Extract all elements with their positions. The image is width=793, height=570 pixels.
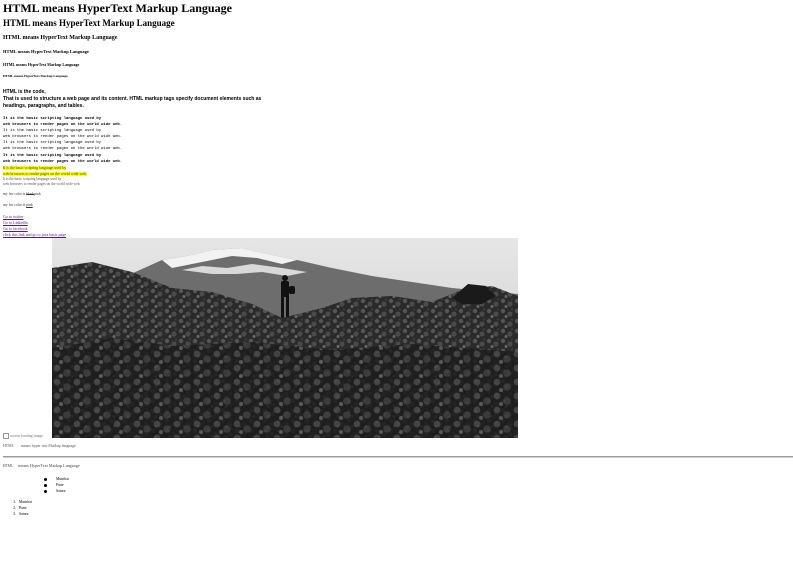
abbr-term: HTML <box>3 444 14 448</box>
image-alt-text: screen loading image <box>10 433 44 438</box>
struck-text: black <box>26 192 35 196</box>
bold-paragraph: HTML is the code, That is used to struct… <box>3 89 261 110</box>
code-line: web browsers to render pages on the worl… <box>3 147 123 152</box>
heading-4: HTML means HyperText Markup Language <box>3 49 89 54</box>
broken-image-icon <box>3 433 9 439</box>
strike-suffix: pink <box>34 192 41 196</box>
term-line: HTML means HyperText Markup Language <box>3 463 80 468</box>
ordered-list: 1. Mumbai 2. Pune 3. Satara <box>4 499 32 517</box>
inserted-text: pink <box>26 203 33 207</box>
term-abbr: HTML <box>3 464 14 468</box>
heading-5: HTML means HyperText Markup Language <box>3 62 80 67</box>
highlighted-line: web browsers to render pages on the worl… <box>3 171 87 176</box>
highlighted-line: It is the basic scripting language used … <box>3 165 67 170</box>
bold-line: headings, paragraphs, and tables. <box>3 103 84 109</box>
heading-3: HTML means HyperText Markup Language <box>3 35 118 41</box>
broken-image: screen loading image <box>3 433 43 439</box>
hero-image[interactable] <box>52 238 518 438</box>
horizontal-rule <box>3 456 793 458</box>
bold-line: That is used to structure a web page and… <box>3 96 262 102</box>
heading-2: HTML means HyperText Markup Language <box>3 18 175 28</box>
bold-line: HTML is the code, <box>3 89 46 95</box>
heading-1: HTML means HyperText Markup Language <box>3 1 232 15</box>
list-item: 3. Satara <box>13 512 29 516</box>
strike-paragraph: my fav color is blackpink <box>3 192 41 196</box>
list-item: Satara <box>44 488 69 494</box>
code-block: It is the basic scripting language used … <box>3 116 122 187</box>
strike-prefix: my fav color is <box>3 192 27 196</box>
small-line: web browsers to render pages on the worl… <box>3 181 81 186</box>
term-text: means HyperText Markup Language <box>18 463 80 468</box>
abbr-text: means hyper text Markup language <box>20 444 76 448</box>
heading-6: HTML means HyperText Markup Language <box>3 74 68 78</box>
ins-paragraph: my fav color is pink <box>3 203 33 207</box>
links-group: Go to twitter Go to LinkedIn Go to faceb… <box>3 214 66 238</box>
code-line: web browsers to render pages on the worl… <box>3 159 123 164</box>
ins-prefix: my fav color is <box>3 203 27 207</box>
abbr-line: HTML means hyper text Markup language <box>3 444 76 448</box>
unordered-list: Mumbai Pune Satara <box>4 476 69 494</box>
